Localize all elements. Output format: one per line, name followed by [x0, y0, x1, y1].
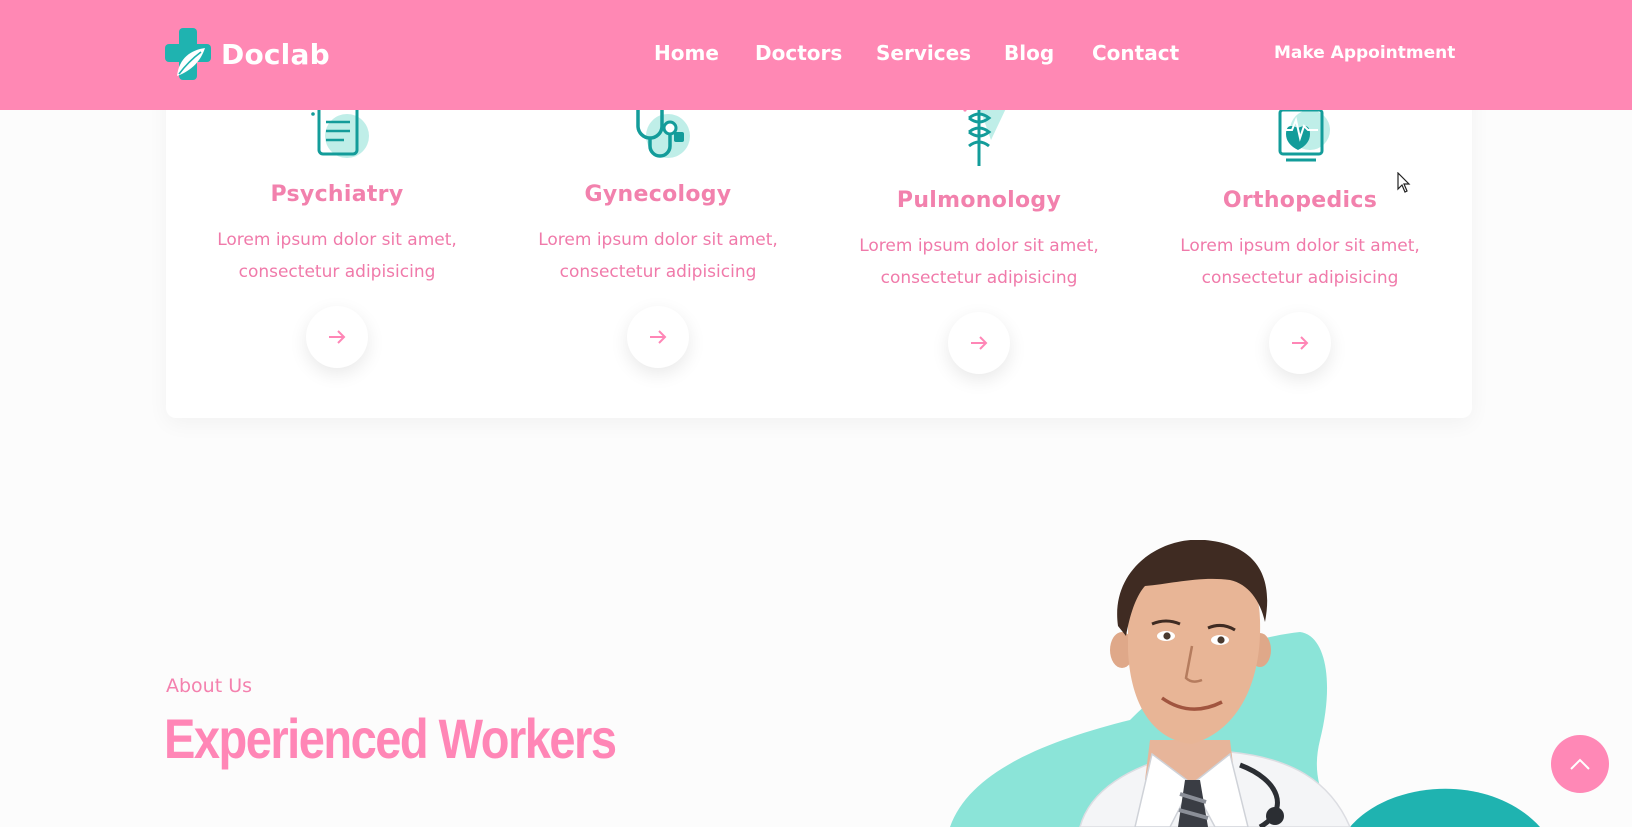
- service-psychiatry: Psychiatry Lorem ipsum dolor sit amet, co…: [187, 94, 487, 368]
- service-description: Lorem ipsum dolor sit amet, consectetur a…: [217, 230, 457, 282]
- caduceus-icon: [963, 102, 1009, 166]
- medical-cross-icon: [165, 28, 211, 80]
- service-title: Gynecology: [584, 182, 732, 207]
- scroll-to-top-button[interactable]: [1551, 735, 1609, 793]
- arrow-right-icon: [650, 330, 667, 344]
- service-arrow-button[interactable]: [948, 312, 1010, 374]
- about-kicker: About Us: [166, 675, 253, 697]
- service-description: Lorem ipsum dolor sit amet, consectetur a…: [859, 236, 1099, 288]
- site-header: Doclab Home Doctors Services Blog Contac…: [0, 0, 1632, 110]
- nav-services[interactable]: Services: [876, 41, 971, 65]
- mouse-cursor-icon: [1397, 172, 1411, 193]
- brand-name: Doclab: [221, 37, 330, 71]
- chevron-up-icon: [1570, 758, 1590, 770]
- service-title: Psychiatry: [270, 182, 404, 207]
- service-arrow-button[interactable]: [627, 306, 689, 368]
- make-appointment-button[interactable]: Make Appointment: [1274, 42, 1455, 64]
- service-description: Lorem ipsum dolor sit amet, consectetur a…: [1180, 236, 1420, 288]
- arrow-right-icon: [971, 336, 988, 350]
- nav-doctors[interactable]: Doctors: [755, 41, 842, 65]
- service-title: Pulmonology: [896, 188, 1062, 213]
- nav-contact[interactable]: Contact: [1092, 41, 1179, 65]
- service-arrow-button[interactable]: [306, 306, 368, 368]
- service-description: Lorem ipsum dolor sit amet, consectetur a…: [538, 230, 778, 282]
- brand-logo[interactable]: Doclab: [165, 28, 330, 80]
- nav-home[interactable]: Home: [654, 41, 719, 65]
- arrow-right-icon: [1292, 336, 1309, 350]
- service-arrow-button[interactable]: [1269, 312, 1331, 374]
- service-pulmonology: Pulmonology Lorem ipsum dolor sit amet, c…: [829, 100, 1129, 374]
- about-title: Experienced Workers: [164, 707, 617, 770]
- service-gynecology: Gynecology Lorem ipsum dolor sit amet, co…: [508, 94, 808, 368]
- doctor-illustration: [950, 540, 1540, 827]
- heart-monitor-icon: [1278, 108, 1330, 162]
- service-orthopedics: Orthopedics Lorem ipsum dolor sit amet, c…: [1150, 100, 1450, 374]
- nav-blog[interactable]: Blog: [1004, 41, 1054, 65]
- teal-circle-shape: [1350, 788, 1540, 827]
- arrow-right-icon: [329, 330, 346, 344]
